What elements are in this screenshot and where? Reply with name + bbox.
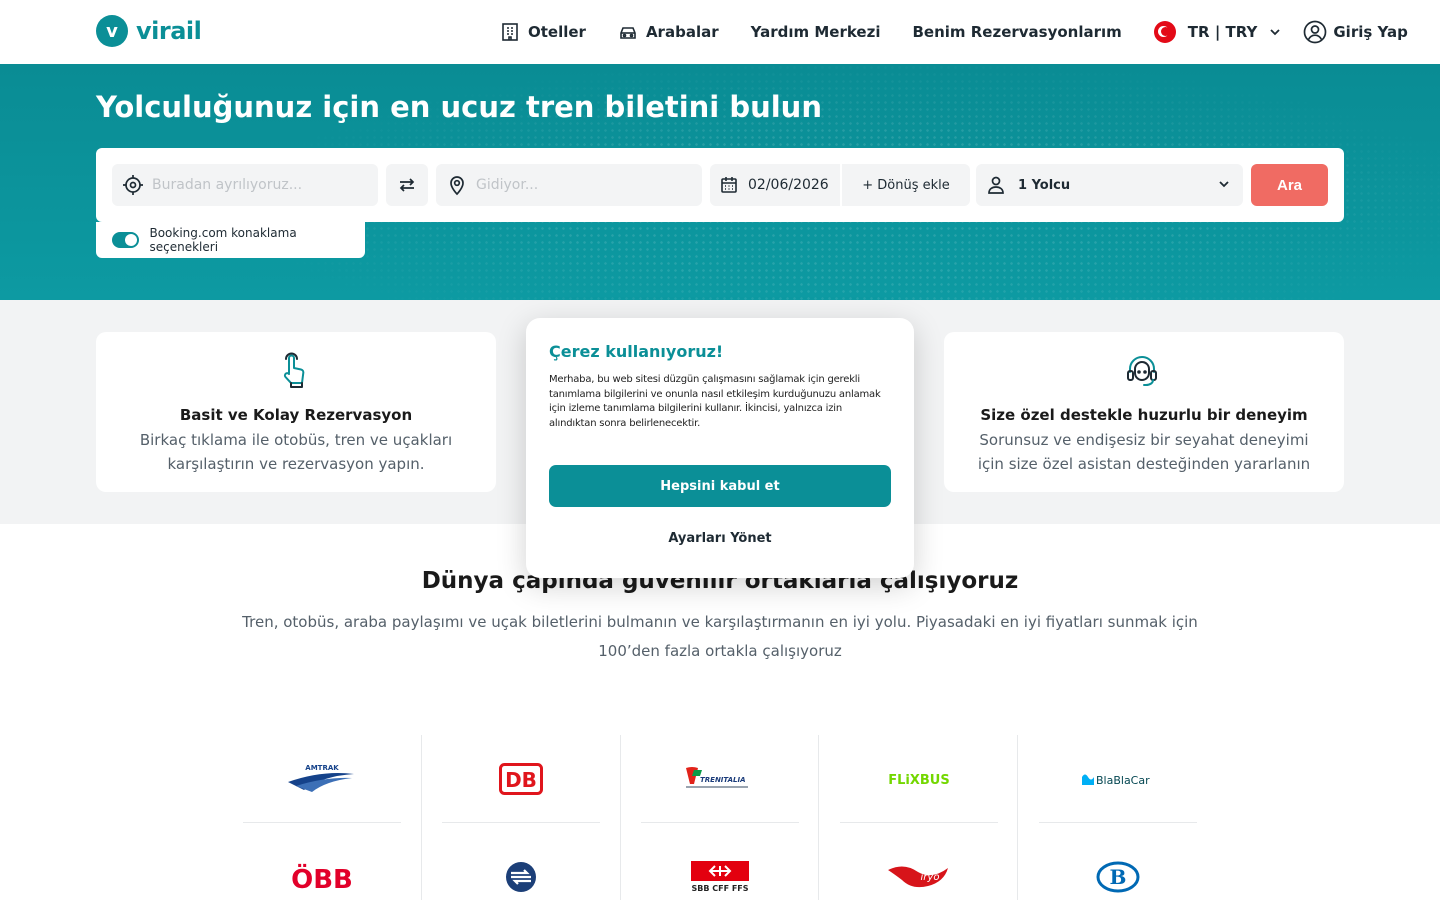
chevron-down-icon — [1219, 181, 1229, 188]
sbb-logo: SBB CFF FFS — [641, 833, 799, 900]
car-icon — [620, 27, 636, 39]
user-circle-icon — [1304, 20, 1327, 44]
add-return-label: + Dönüş ekle — [862, 177, 950, 193]
add-return-button[interactable]: + Dönüş ekle — [842, 164, 970, 206]
cookie-title: Çerez kullanıyoruz! — [549, 342, 724, 361]
feature-description: Sorunsuz ve endişesiz bir seyahat deneyi… — [977, 431, 1311, 473]
feature-card-easy-booking: Basit ve Kolay Rezervasyon Birkaç tıklam… — [96, 332, 496, 492]
login-button[interactable]: Giriş Yap — [1303, 20, 1408, 44]
booking-toggle-switch[interactable] — [112, 232, 140, 248]
partners-description: Tren, otobüs, araba paylaşımı ve uçak bi… — [242, 613, 1198, 660]
chevron-down-icon — [1270, 29, 1280, 36]
turkey-flag-icon — [1153, 21, 1176, 43]
currency-label: TRY — [1225, 23, 1258, 41]
nav-my-bookings[interactable]: Benim Rezervasyonlarım — [912, 23, 1121, 41]
partner-label: TRENITALIA — [700, 776, 746, 784]
trenitalia-logo: TRENITALIA — [641, 735, 799, 823]
flixbus-logo: FLiXBUS — [840, 735, 998, 823]
departure-input[interactable]: Buradan ayrılıyoruz... — [112, 164, 378, 206]
passenger-select[interactable]: 1 Yolcu — [976, 164, 1243, 206]
search-button[interactable]: Ara — [1251, 164, 1328, 206]
partner-label: B — [1110, 865, 1127, 889]
sncb-logo: B — [1039, 833, 1197, 900]
nav-help-center[interactable]: Yardım Merkezi — [751, 23, 881, 41]
location-pin-icon — [450, 176, 464, 196]
destination-placeholder: Gidiyor... — [476, 177, 539, 193]
partner-label: BlaBlaCar — [1096, 774, 1150, 787]
booking-toggle-row: Booking.com konaklama seçenekleri — [96, 222, 365, 258]
departure-placeholder: Buradan ayrılıyoruz... — [152, 177, 303, 193]
grid-divider — [1017, 735, 1018, 900]
partner-label: ÖBB — [291, 862, 353, 892]
cookie-text: Merhaba, bu web sitesi düzgün çalışmasın… — [549, 374, 881, 429]
swap-arrows-icon — [399, 178, 415, 192]
accept-all-button[interactable]: Hepsini kabul et — [549, 465, 891, 507]
nav-help-label: Yardım Merkezi — [750, 23, 881, 41]
grid-divider — [818, 735, 819, 900]
manage-settings-button[interactable]: Ayarları Yönet — [526, 531, 914, 546]
logo-text: virail — [136, 17, 202, 45]
calendar-icon — [721, 177, 737, 193]
language-label: TR — [1187, 23, 1210, 41]
partner-label: AMTRAK — [305, 764, 339, 772]
feature-title: Basit ve Kolay Rezervasyon — [179, 406, 413, 424]
virail-logo[interactable]: v virail — [96, 15, 202, 47]
nav-hotels-label: Oteller — [528, 23, 586, 41]
destination-input[interactable]: Gidiyor... — [436, 164, 702, 206]
partner-label: iryo — [921, 872, 940, 883]
db-logo: DB — [442, 735, 600, 823]
feature-description: Birkaç tıklama ile otobüs, tren ve uçakl… — [139, 431, 453, 473]
language-currency-label: TR | TRY — [1187, 23, 1258, 41]
logo-mark: v — [96, 15, 128, 47]
crosshair-icon — [123, 175, 143, 195]
booking-toggle-label: Booking.com konaklama seçenekleri — [149, 226, 297, 254]
search-form: Buradan ayrılıyoruz... Gidiyor... 02/06/… — [96, 148, 1344, 222]
date-field[interactable]: 02/06/2026 — [710, 164, 840, 206]
obb-logo: ÖBB — [243, 833, 401, 900]
partner-label: DB — [505, 768, 537, 792]
iryo-logo: iryo — [840, 833, 998, 900]
feature-card-support: Size özel destekle huzurlu bir deneyim S… — [944, 332, 1344, 492]
nav-bookings-label: Benim Rezervasyonlarım — [912, 23, 1122, 41]
national-rail-logo — [442, 833, 600, 900]
headset-support-icon — [1127, 356, 1157, 386]
partner-logos-grid: AMTRAK DB TRENITALIA FLiXBUS BlaBlaCar Ö… — [243, 735, 1198, 900]
partner-label: SBB CFF FFS — [691, 884, 748, 893]
language-currency-selector[interactable]: TR | TRY — [1153, 21, 1282, 43]
date-value: 02/06/2026 — [748, 177, 829, 193]
hotel-icon — [502, 23, 518, 41]
site-header: v virail Oteller Arabalar Yardım Merkezi… — [0, 0, 1440, 64]
tap-hand-icon — [283, 352, 305, 388]
grid-divider — [620, 735, 621, 900]
blablacar-logo: BlaBlaCar — [1039, 735, 1197, 823]
main-nav: Oteller Arabalar Yardım Merkezi Benim Re… — [500, 0, 1408, 64]
nav-cars[interactable]: Arabalar — [618, 22, 719, 42]
person-icon — [988, 176, 1004, 194]
feature-title: Size özel destekle huzurlu bir deneyim — [980, 406, 1308, 424]
grid-divider — [421, 735, 422, 900]
passenger-value: 1 Yolcu — [1018, 177, 1071, 193]
nav-cars-label: Arabalar — [645, 23, 719, 41]
swap-button[interactable] — [386, 164, 428, 206]
nav-hotels[interactable]: Oteller — [500, 22, 586, 42]
hero-title: Yolculuğunuz için en ucuz tren biletini … — [96, 90, 822, 124]
cookie-consent-dialog: Çerez kullanıyoruz! Merhaba, bu web site… — [526, 318, 914, 578]
hero-section: Yolculuğunuz için en ucuz tren biletini … — [0, 64, 1440, 300]
amtrak-logo: AMTRAK — [243, 735, 401, 823]
partner-label: FLiXBUS — [888, 773, 949, 788]
login-label: Giriş Yap — [1333, 23, 1408, 41]
